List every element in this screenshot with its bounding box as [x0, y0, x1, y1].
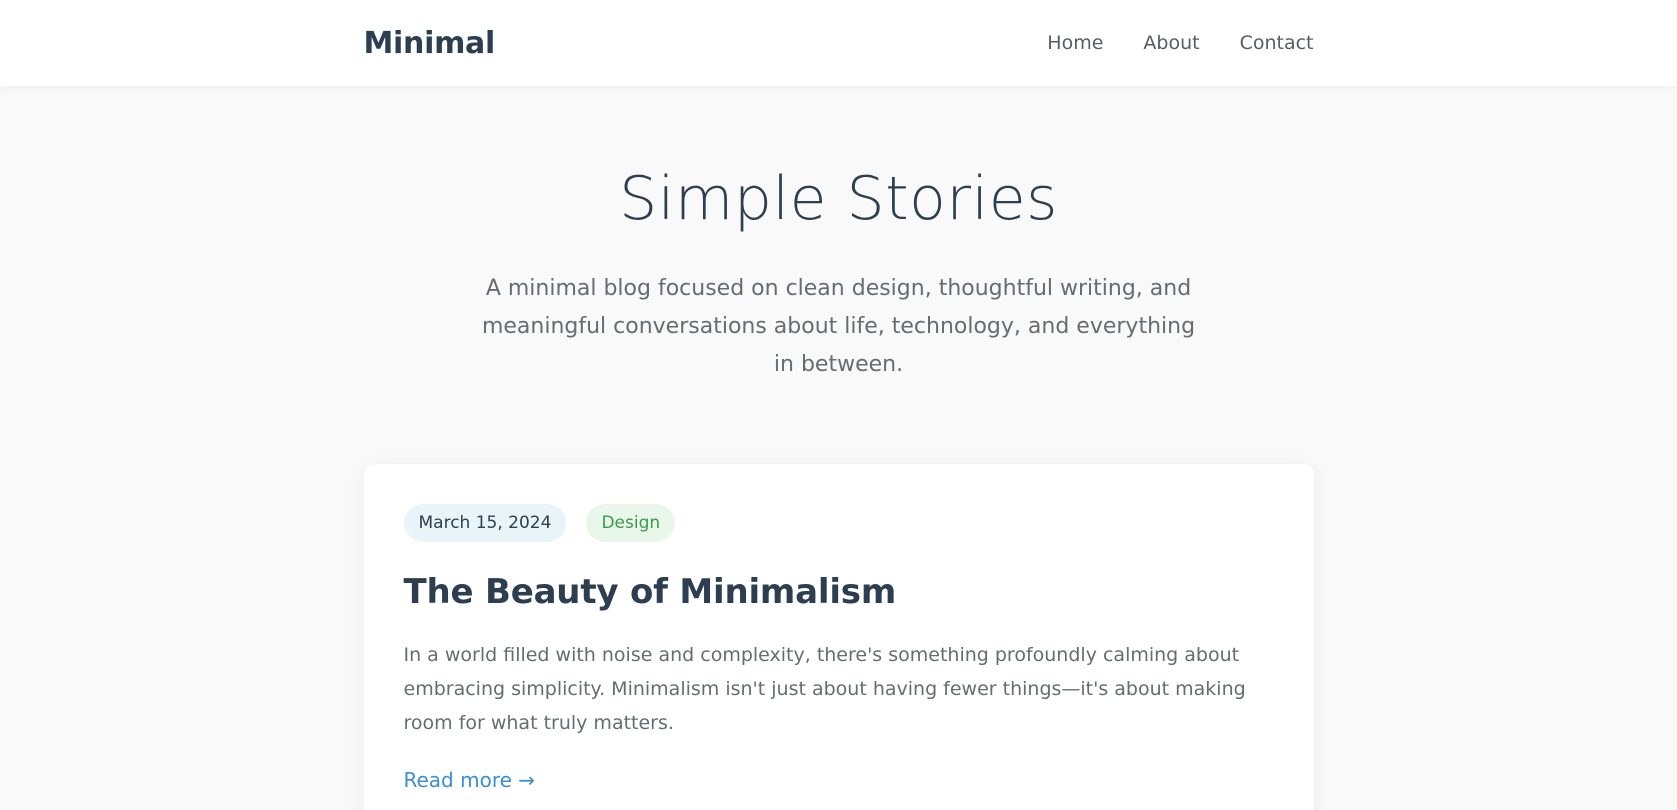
post-date-badge: March 15, 2024 — [403, 504, 567, 542]
nav-about-link[interactable]: About — [1143, 32, 1199, 54]
post-card: March 15, 2024 Design The Beauty of Mini… — [363, 464, 1314, 810]
site-logo[interactable]: Minimal — [364, 26, 496, 61]
hero-title: Simple Stories — [619, 164, 1058, 234]
nav-contact-link[interactable]: Contact — [1240, 32, 1314, 54]
main-nav: Home About Contact — [1047, 32, 1313, 54]
nav-home-link[interactable]: Home — [1047, 32, 1103, 54]
header-inner: Minimal Home About Contact — [364, 0, 1314, 86]
post-meta: March 15, 2024 Design — [403, 504, 1274, 542]
hero-section: Simple Stories A minimal blog focused on… — [0, 86, 1677, 384]
site-header: Minimal Home About Contact — [0, 0, 1677, 86]
post-category-badge[interactable]: Design — [586, 504, 676, 542]
read-more-link[interactable]: Read more → — [404, 768, 536, 792]
hero-subtitle: A minimal blog focused on clean design, … — [481, 276, 1196, 377]
post-excerpt: In a world filled with noise and complex… — [403, 644, 1246, 734]
post-title[interactable]: The Beauty of Minimalism — [404, 572, 1274, 612]
